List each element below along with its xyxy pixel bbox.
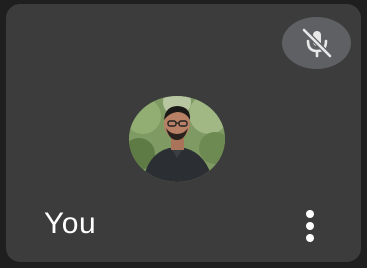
more-vert-icon-dot xyxy=(306,222,314,230)
participant-tile: You xyxy=(6,4,361,262)
participant-name: You xyxy=(44,207,97,240)
avatar-photo xyxy=(129,96,225,182)
mic-off-icon xyxy=(301,27,332,59)
more-vert-icon xyxy=(306,210,314,218)
more-options-button[interactable] xyxy=(292,204,328,248)
more-vert-icon-dot xyxy=(306,234,314,242)
avatar xyxy=(129,96,225,182)
mic-muted-indicator xyxy=(282,17,351,69)
